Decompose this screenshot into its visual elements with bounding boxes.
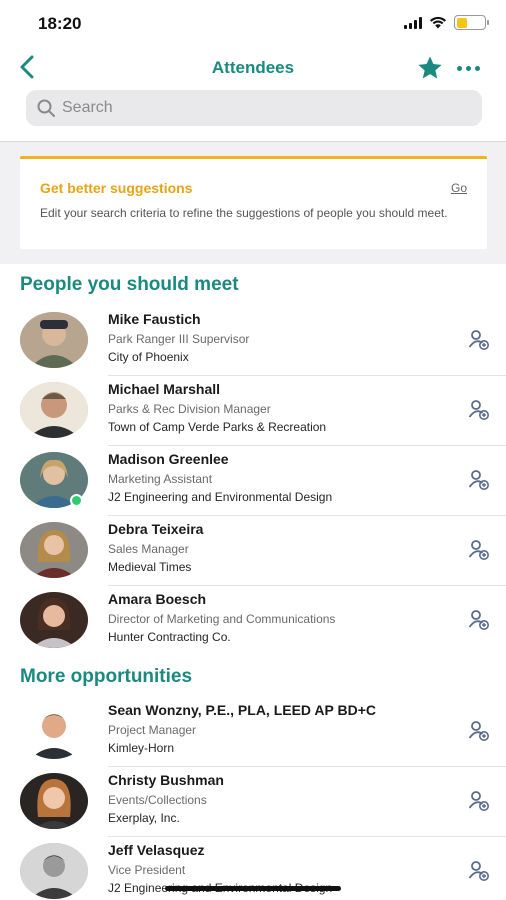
wifi-icon (430, 16, 446, 29)
list-item-person[interactable]: Madison Greenlee Marketing Assistant J2 … (0, 446, 506, 516)
section-title-more-opportunities: More opportunities (20, 666, 193, 687)
status-bar: 18:20 (0, 0, 506, 46)
avatar (20, 592, 88, 648)
add-contact-icon (468, 540, 489, 560)
cellular-signal-icon (404, 16, 422, 29)
more-dots-icon (456, 65, 462, 71)
person-name: Debra Teixeira (108, 521, 204, 537)
suggestion-go-link[interactable]: Go (451, 181, 467, 195)
list-item-person[interactable]: Christy Bushman Events/Collections Exerp… (0, 767, 506, 837)
suggestion-title: Get better suggestions (40, 180, 193, 196)
person-name: Jeff Velasquez (108, 842, 205, 858)
person-role: Sales Manager (108, 542, 189, 556)
add-contact-icon (468, 791, 489, 811)
person-organization: Medieval Times (108, 560, 192, 574)
list-item-person[interactable]: Debra Teixeira Sales Manager Medieval Ti… (0, 516, 506, 586)
person-role: Parks & Rec Division Manager (108, 402, 271, 416)
section-title-people-should-meet: People you should meet (20, 274, 239, 295)
person-organization: Kimley-Horn (108, 741, 175, 755)
star-icon (418, 56, 442, 79)
avatar (20, 843, 88, 899)
connect-button[interactable] (468, 609, 490, 631)
connect-button[interactable] (468, 539, 490, 561)
search-input[interactable] (62, 99, 462, 117)
suggestion-card: Get better suggestions Go Edit your sear… (20, 156, 487, 249)
online-status-indicator (70, 494, 83, 507)
list-item-person[interactable]: Amara Boesch Director of Marketing and C… (0, 586, 506, 656)
add-contact-icon (468, 330, 489, 350)
list-item-person[interactable]: Michael Marshall Parks & Rec Division Ma… (0, 376, 506, 446)
battery-icon (454, 15, 489, 30)
connect-button[interactable] (468, 790, 490, 812)
person-organization: Hunter Contracting Co. (108, 630, 231, 644)
avatar (20, 522, 88, 578)
status-time: 18:20 (38, 14, 82, 33)
add-contact-icon (468, 400, 489, 420)
avatar (20, 312, 88, 368)
person-name: Michael Marshall (108, 381, 221, 397)
avatar (20, 773, 88, 829)
person-role: Vice President (108, 863, 186, 877)
home-indicator[interactable] (165, 886, 341, 891)
person-role: Events/Collections (108, 793, 207, 807)
list-item-person[interactable]: Mike Faustich Park Ranger III Supervisor… (0, 306, 506, 376)
person-name: Christy Bushman (108, 772, 224, 788)
connect-button[interactable] (468, 469, 490, 491)
person-organization: Town of Camp Verde Parks & Recreation (108, 420, 327, 434)
search-bar[interactable] (26, 90, 482, 126)
person-role: Project Manager (108, 723, 197, 737)
person-role: Director of Marketing and Communications (108, 612, 336, 626)
suggestion-description: Edit your search criteria to refine the … (40, 206, 448, 220)
nav-bar: Attendees (0, 48, 506, 88)
search-icon (37, 99, 55, 117)
person-organization: Exerplay, Inc. (108, 811, 180, 825)
person-name: Mike Faustich (108, 311, 201, 327)
add-contact-icon (468, 861, 489, 881)
status-icons (404, 15, 489, 30)
more-options-button[interactable] (452, 56, 484, 80)
person-organization: J2 Engineering and Environmental Design (108, 490, 333, 504)
connect-button[interactable] (468, 399, 490, 421)
person-organization: City of Phoenix (108, 350, 189, 364)
person-name: Madison Greenlee (108, 451, 229, 467)
avatar (20, 382, 88, 438)
favorite-button[interactable] (416, 54, 444, 82)
add-contact-icon (468, 610, 489, 630)
person-name: Sean Wonzny, P.E., PLA, LEED AP BD+C (108, 702, 377, 718)
add-contact-icon (468, 721, 489, 741)
connect-button[interactable] (468, 860, 490, 882)
person-role: Park Ranger III Supervisor (108, 332, 250, 346)
connect-button[interactable] (468, 720, 490, 742)
list-item-person[interactable]: Sean Wonzny, P.E., PLA, LEED AP BD+C Pro… (0, 697, 506, 767)
connect-button[interactable] (468, 329, 490, 351)
add-contact-icon (468, 470, 489, 490)
person-name: Amara Boesch (108, 591, 207, 607)
person-role: Marketing Assistant (108, 472, 213, 486)
avatar (20, 703, 88, 759)
